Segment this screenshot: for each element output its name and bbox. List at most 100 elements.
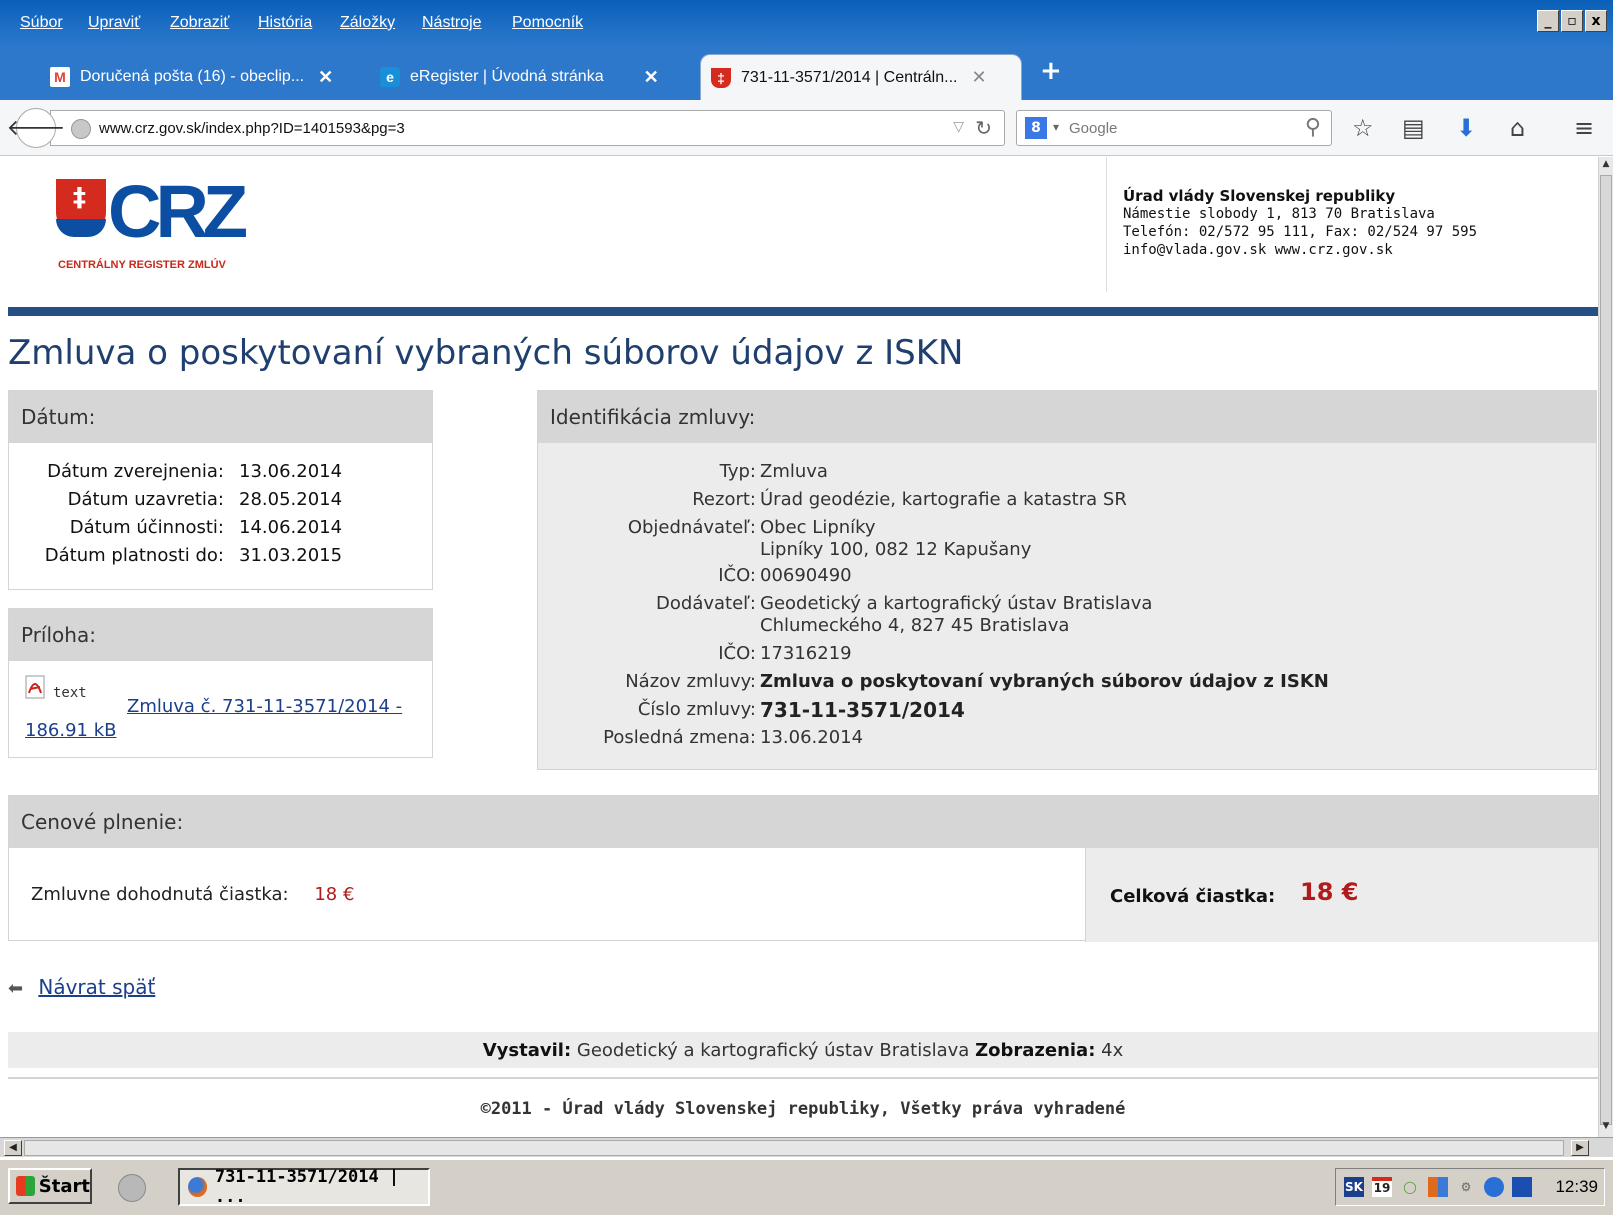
date-value: 28.05.2014 <box>239 489 343 510</box>
office-info: Úrad vlády Slovenskej republiky Námestie… <box>1106 157 1477 292</box>
tab-label: Doručená pošta (16) - obeclip... <box>80 68 305 85</box>
footer-divider <box>8 1077 1598 1079</box>
date-label: Dátum platnosti do: <box>44 545 224 566</box>
slovak-shield-icon: ‡ <box>56 179 106 237</box>
leaf-icon[interactable]: ◯ <box>1400 1177 1420 1197</box>
copyright: ©2011 - Úrad vlády Slovenskej republiky,… <box>480 1099 1126 1119</box>
client-label: Objednávateľ: <box>627 517 756 538</box>
logo-tagline: CENTRÁLNY REGISTER ZMLÚV <box>58 259 226 271</box>
agreed-amount: Zmluvne dohodnutá čiastka: 18 € <box>31 884 354 905</box>
network-icon[interactable] <box>1428 1177 1448 1197</box>
menu-edit[interactable]: Upraviť <box>88 14 140 32</box>
reload-icon[interactable]: ↻ <box>975 116 992 140</box>
client-ico-value: 00690490 <box>760 565 852 586</box>
window-controls: _ ▫ x <box>1537 10 1607 32</box>
restore-button[interactable]: ▫ <box>1561 10 1583 32</box>
start-label: Štart <box>38 1175 90 1197</box>
contract-name-label: Názov zmluvy: <box>625 671 756 692</box>
menu-help[interactable]: Pomocník <box>512 14 583 32</box>
menu-bar: Súbor Upraviť Zobraziť História Záložky … <box>0 0 1613 46</box>
department-label: Rezort: <box>692 489 756 510</box>
type-label: Typ: <box>719 461 756 482</box>
menu-hamburger-icon[interactable]: ≡ <box>1574 114 1594 142</box>
tab-gmail[interactable]: M Doručená pošta (16) - obeclip... ✕ <box>40 54 360 100</box>
scroll-thumb[interactable] <box>24 1140 1564 1156</box>
date-label: Dátum účinnosti: <box>69 517 224 538</box>
date-value: 13.06.2014 <box>239 461 343 482</box>
price-heading: Cenové plnenie: <box>9 796 1597 848</box>
back-arrow-icon: ⬅ <box>8 978 24 999</box>
home-icon[interactable]: ⌂ <box>1510 114 1525 142</box>
close-tab-icon[interactable]: ✕ <box>971 67 986 88</box>
close-tab-icon[interactable]: ✕ <box>644 67 659 88</box>
scroll-right-icon[interactable]: ▶ <box>1571 1140 1589 1156</box>
taskbar-firefox-window[interactable]: 731-11-3571/2014 | ... <box>178 1167 430 1207</box>
scroll-up-icon[interactable]: ▲ <box>1599 159 1613 173</box>
menu-view[interactable]: Zobraziť <box>170 14 229 32</box>
back-link[interactable]: Návrat späť <box>38 975 155 999</box>
reading-list-icon[interactable]: ▤ <box>1402 114 1425 142</box>
windows-logo-icon <box>16 1176 35 1196</box>
tab-crz[interactable]: ‡ 731-11-3571/2014 | Centráln... ✕ <box>700 54 1022 100</box>
issued-by-label: Vystavil: <box>482 1040 572 1061</box>
close-window-button[interactable]: x <box>1585 10 1607 32</box>
scroll-thumb[interactable] <box>1600 175 1612 1125</box>
horizontal-scrollbar[interactable]: ◀ ▶ <box>0 1137 1613 1157</box>
search-engine-dropdown-icon[interactable]: ▾ <box>1053 120 1059 134</box>
tab-label: 731-11-3571/2014 | Centráln... <box>741 68 958 86</box>
search-engine-icon[interactable]: 8 <box>1025 117 1047 139</box>
dates-heading: Dátum: <box>9 391 432 443</box>
quick-launch-icon[interactable] <box>118 1174 146 1202</box>
last-change-value: 13.06.2014 <box>760 727 864 748</box>
crz-logo[interactable]: ‡ CRZ CENTRÁLNY REGISTER ZMLÚV <box>56 170 276 271</box>
date-label: Dátum zverejnenia: <box>47 461 224 482</box>
antivirus-icon[interactable] <box>1484 1177 1504 1197</box>
menu-history[interactable]: História <box>258 14 312 32</box>
total-amount-label: Celková čiastka: <box>1110 886 1276 907</box>
client-address: Lipníky 100, 082 12 Kapušany <box>760 539 1032 560</box>
url-text: www.crz.gov.sk/index.php?ID=1401593&pg=3 <box>99 120 405 137</box>
downloads-icon[interactable]: ⬇ <box>1456 114 1476 142</box>
office-contact: info@vlada.gov.sk www.crz.gov.sk <box>1123 242 1393 258</box>
contract-number-label: Číslo zmluvy: <box>637 699 756 720</box>
settings-icon[interactable]: ⚙ <box>1456 1177 1476 1197</box>
date-label: Dátum uzavretia: <box>67 489 224 510</box>
client-value: Obec Lipníky <box>760 517 876 538</box>
crz-shield-icon: ‡ <box>711 67 731 88</box>
vertical-scrollbar[interactable]: ▲ ▼ <box>1598 157 1613 1137</box>
annex-download-link[interactable]: Zmluva č. 731-11-3571/2014 - 186.91 kB <box>25 695 425 743</box>
menu-bookmarks[interactable]: Záložky <box>340 14 395 32</box>
url-bar[interactable]: www.crz.gov.sk/index.php?ID=1401593&pg=3… <box>50 110 1005 146</box>
agreed-amount-label: Zmluvne dohodnutá čiastka: <box>31 884 289 905</box>
date-value: 14.06.2014 <box>239 517 343 538</box>
supplier-value: Geodetický a kartografický ústav Bratisl… <box>760 593 1153 614</box>
ie-icon: e <box>380 67 400 87</box>
back-button[interactable]: 🡐 <box>7 108 66 148</box>
menu-tools[interactable]: Nástroje <box>422 14 482 32</box>
start-button[interactable]: Štart <box>8 1168 92 1204</box>
task-label: 731-11-3571/2014 | ... <box>214 1167 400 1207</box>
calendar-icon[interactable]: 19 <box>1372 1177 1392 1197</box>
minimize-button[interactable]: _ <box>1537 10 1559 32</box>
new-tab-button[interactable]: + <box>1040 56 1062 86</box>
language-icon[interactable]: SK <box>1344 1177 1364 1197</box>
annex-heading: Príloha: <box>9 609 432 661</box>
menu-file[interactable]: Súbor <box>20 14 63 32</box>
tab-eregister[interactable]: e eRegister | Úvodná stránka ✕ <box>370 54 690 100</box>
last-change-label: Posledná zmena: <box>603 727 756 748</box>
search-icon[interactable]: ⚲ <box>1305 115 1321 140</box>
close-tab-icon[interactable]: ✕ <box>318 67 333 88</box>
monitor-icon[interactable] <box>1512 1177 1532 1197</box>
scroll-down-icon[interactable]: ▼ <box>1599 1121 1613 1135</box>
supplier-ico-label: IČO: <box>718 643 756 664</box>
supplier-address: Chlumeckého 4, 827 45 Bratislava <box>760 615 1070 636</box>
supplier-label: Dodávateľ: <box>656 593 756 614</box>
bookmark-star-icon[interactable]: ☆ <box>1352 114 1374 142</box>
issued-by-value: Geodetický a kartografický ústav Bratisl… <box>576 1040 970 1061</box>
globe-icon <box>71 119 91 139</box>
contract-number-value: 731-11-3571/2014 <box>760 698 965 722</box>
url-dropdown-icon[interactable]: ▽ <box>953 119 964 135</box>
scroll-left-icon[interactable]: ◀ <box>4 1140 22 1156</box>
footer-info: Vystavil: Geodetický a kartografický úst… <box>8 1032 1598 1068</box>
search-bar[interactable]: 8 ▾ Google ⚲ <box>1016 110 1332 146</box>
